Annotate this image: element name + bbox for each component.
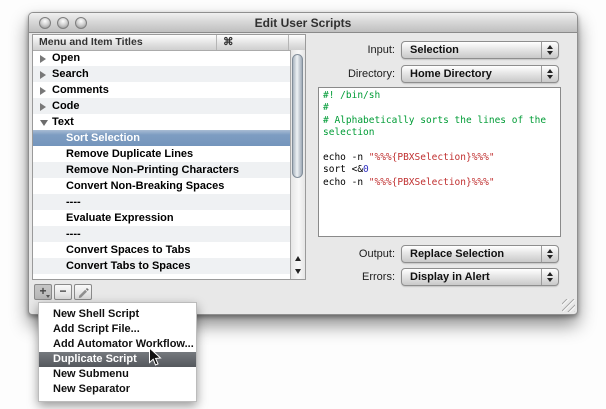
list-item-label: Search <box>52 66 89 82</box>
list-item-label: ---- <box>66 194 81 210</box>
list-rows: OpenSearchCommentsCodeTextSort Selection… <box>33 50 290 279</box>
list-item-label: Text <box>52 114 74 130</box>
list-item[interactable]: Text <box>33 114 290 130</box>
list-item-label: ---- <box>66 226 81 242</box>
list-item[interactable]: Remove Duplicate Lines <box>33 146 290 162</box>
code-line: echo -n "%%%{PBXSelection}%%%" <box>323 152 556 164</box>
add-script-context-menu: New Shell ScriptAdd Script File...Add Au… <box>38 302 197 402</box>
list-item-label: Convert Tabs to Spaces <box>66 258 191 274</box>
mouse-cursor-icon <box>148 347 162 367</box>
list-item-label: ---- <box>66 274 81 279</box>
list-item-label: Open <box>52 50 80 66</box>
disclosure-closed-icon[interactable] <box>40 103 46 111</box>
list-item[interactable]: Code <box>33 98 290 114</box>
output-popup[interactable]: Replace Selection <box>401 245 559 263</box>
list-item[interactable]: Convert Non-Breaking Spaces <box>33 178 290 194</box>
list-item-label: Convert Non-Breaking Spaces <box>66 178 224 194</box>
remove-script-button[interactable]: − <box>54 284 72 300</box>
title-bar[interactable]: Edit User Scripts <box>29 13 577 33</box>
pencil-icon <box>77 286 89 298</box>
errors-popup-value: Display in Alert <box>410 271 490 283</box>
minus-icon: − <box>59 284 66 298</box>
list-item-label: Remove Non-Printing Characters <box>66 162 239 178</box>
code-line: echo -n "%%%{PBXSelection}%%%" <box>323 177 556 189</box>
input-popup[interactable]: Selection <box>401 41 559 59</box>
disclosure-closed-icon[interactable] <box>40 71 46 79</box>
directory-popup[interactable]: Home Directory <box>401 65 559 83</box>
popup-stepper-icon <box>541 66 558 82</box>
input-label: Input: <box>285 44 395 56</box>
resize-grip[interactable] <box>562 299 575 312</box>
list-item[interactable]: ---- <box>33 194 290 210</box>
popup-stepper-icon <box>541 246 558 262</box>
menu-item[interactable]: New Separator <box>39 382 196 397</box>
code-line: # Alphabetically sorts the lines of the <box>323 115 556 127</box>
popup-stepper-icon <box>541 269 558 285</box>
window-title: Edit User Scripts <box>29 16 577 30</box>
list-item-label: Code <box>52 98 80 114</box>
list-item[interactable]: Convert Tabs to Spaces <box>33 258 290 274</box>
add-script-button[interactable]: + <box>34 284 52 300</box>
screen: Edit User Scripts Menu and Item Titles ⌘… <box>0 0 606 409</box>
list-item-label: Evaluate Expression <box>66 210 174 226</box>
code-line: #! /bin/sh <box>323 90 556 102</box>
list-item[interactable]: Convert Spaces to Tabs <box>33 242 290 258</box>
menu-item[interactable]: Add Automator Workflow... <box>39 337 196 352</box>
list-item[interactable]: Comments <box>33 82 290 98</box>
column-header-titles[interactable]: Menu and Item Titles <box>33 35 217 50</box>
vertical-scrollbar[interactable] <box>290 50 305 279</box>
list-item[interactable]: Evaluate Expression <box>33 210 290 226</box>
popup-stepper-icon <box>541 42 558 58</box>
menu-item[interactable]: New Shell Script <box>39 307 196 322</box>
disclosure-closed-icon[interactable] <box>40 55 46 63</box>
output-label: Output: <box>285 248 395 260</box>
chevron-down-icon <box>46 295 50 298</box>
list-item[interactable]: Sort Selection <box>33 130 290 146</box>
list-item[interactable]: Search <box>33 66 290 82</box>
errors-popup[interactable]: Display in Alert <box>401 268 559 286</box>
menu-item[interactable]: Add Script File... <box>39 322 196 337</box>
disclosure-closed-icon[interactable] <box>40 87 46 95</box>
column-header-shortcut[interactable]: ⌘ <box>217 35 289 50</box>
code-line: sort <&0 <box>323 164 556 176</box>
list-item-label: Convert Spaces to Tabs <box>66 242 191 258</box>
list-item[interactable]: ---- <box>33 274 290 279</box>
list-item[interactable]: ---- <box>33 226 290 242</box>
code-line <box>323 140 556 152</box>
list-item[interactable]: Open <box>33 50 290 66</box>
list-item-label: Comments <box>52 82 109 98</box>
code-line: selection <box>323 127 556 139</box>
output-popup-value: Replace Selection <box>410 248 504 260</box>
menu-item[interactable]: New Submenu <box>39 367 196 382</box>
disclosure-open-icon[interactable] <box>40 120 48 126</box>
script-list: Menu and Item Titles ⌘ OpenSearchComment… <box>32 34 306 280</box>
directory-label: Directory: <box>285 68 395 80</box>
list-item-label: Remove Duplicate Lines <box>66 146 193 162</box>
errors-label: Errors: <box>285 271 395 283</box>
list-item[interactable]: Remove Non-Printing Characters <box>33 162 290 178</box>
script-editor[interactable]: #! /bin/sh## Alphabetically sorts the li… <box>318 87 561 237</box>
code-line: # <box>323 102 556 114</box>
input-popup-value: Selection <box>410 44 459 56</box>
edit-user-scripts-window: Edit User Scripts Menu and Item Titles ⌘… <box>28 12 578 315</box>
menu-item[interactable]: Duplicate Script <box>39 352 196 367</box>
edit-script-button[interactable] <box>74 284 92 300</box>
list-item-label: Sort Selection <box>66 130 140 146</box>
list-header[interactable]: Menu and Item Titles ⌘ <box>33 35 305 51</box>
directory-popup-value: Home Directory <box>410 68 492 80</box>
